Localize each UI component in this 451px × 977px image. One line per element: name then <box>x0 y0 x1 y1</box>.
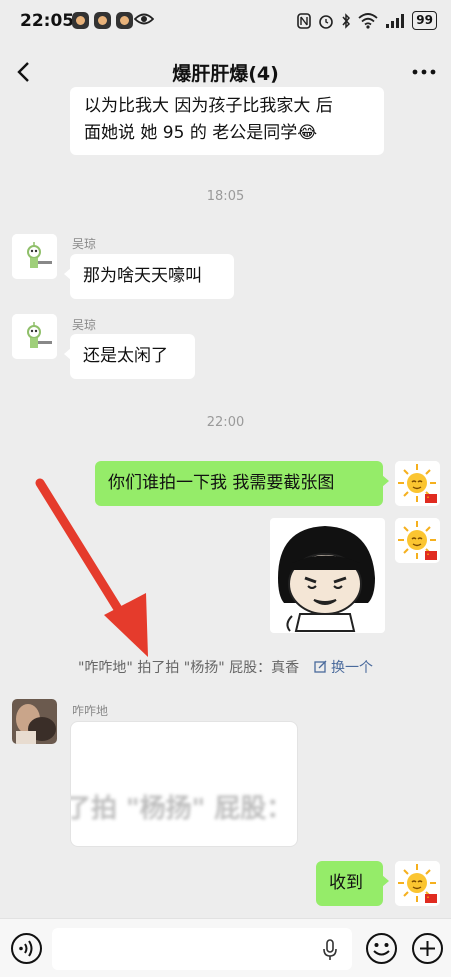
sender-name: 吴琼 <box>72 237 97 251</box>
sender-name: 吴琼 <box>72 318 97 332</box>
plus-icon[interactable] <box>411 932 444 965</box>
app-notification-icon <box>116 12 133 29</box>
pat-notice-text: "咋咋地" 拍了拍 "杨扬" 屁股：真香 <box>77 660 300 676</box>
voice-input-icon[interactable] <box>10 932 43 965</box>
swap-pat-label: 换一个 <box>331 660 373 676</box>
emoji-icon[interactable] <box>365 932 398 965</box>
timestamp: 22:00 <box>206 415 245 430</box>
message-bubble-incoming[interactable]: 还是太闲了 <box>64 334 195 379</box>
message-text: 还是太闲了 <box>83 346 168 366</box>
cartoon-avatar-icon <box>12 234 57 279</box>
message-input[interactable] <box>52 928 352 970</box>
app-notification-icon <box>94 12 111 29</box>
avatar-self[interactable] <box>395 861 440 906</box>
nfc-icon <box>297 12 312 29</box>
bluetooth-icon <box>342 12 351 29</box>
message-bubble-incoming[interactable]: 以为比我大 因为孩子比我家大 后 面她说 她 95 的 老公是同学😂 <box>70 87 384 155</box>
edit-icon <box>313 660 327 673</box>
status-bar: 22:05 99 <box>0 0 451 44</box>
sun-avatar-icon <box>395 861 440 906</box>
status-right: 99 <box>297 11 437 30</box>
sender-name: 咋咋地 <box>72 704 109 718</box>
message-text-line: 以为比我大 因为孩子比我家大 后 <box>84 96 333 116</box>
red-arrow-annotation <box>35 478 148 657</box>
wifi-icon <box>358 12 378 29</box>
message-bubble-outgoing[interactable]: 收到 <box>316 861 389 906</box>
avatar-wuqiong[interactable] <box>12 234 57 279</box>
cartoon-avatar-icon <box>12 314 57 359</box>
avatar-self[interactable] <box>395 461 440 506</box>
microphone-icon[interactable] <box>322 939 338 961</box>
status-time: 22:05 <box>20 11 75 31</box>
eye-icon <box>134 13 154 25</box>
system-pat-notice: "咋咋地" 拍了拍 "杨扬" 屁股：真香 换一个 <box>0 657 451 677</box>
message-bubble-incoming[interactable]: 那为啥天天嚎叫 <box>64 254 234 299</box>
message-text-line: 面她说 她 95 的 老公是同学😂 <box>84 123 318 143</box>
chat-input-bar <box>0 918 451 977</box>
more-dots-icon[interactable] <box>411 62 437 82</box>
avatar-wuqiong[interactable] <box>12 314 57 359</box>
app-notification-icon <box>72 12 89 29</box>
timestamp: 18:05 <box>206 189 245 204</box>
message-text: 收到 <box>329 873 363 893</box>
notification-icons <box>72 12 133 29</box>
photo-avatar-icon <box>12 699 57 744</box>
avatar-zazadi[interactable] <box>12 699 57 744</box>
signal-icon <box>386 13 405 28</box>
chat-title: 爆肝肝爆(4) <box>172 63 279 85</box>
message-text: 那为啥天天嚎叫 <box>83 266 202 286</box>
image-message[interactable]: 了拍 "杨扬" 屁股： <box>70 721 298 847</box>
sticker-meme-image[interactable] <box>270 518 385 633</box>
avatar-self[interactable] <box>395 518 440 563</box>
sun-avatar-icon <box>395 461 440 506</box>
blurred-screenshot-text: 了拍 "杨扬" 屁股： <box>70 794 293 824</box>
alarm-icon <box>319 14 334 29</box>
swap-pat-link[interactable]: 换一个 <box>313 660 373 676</box>
sun-avatar-icon <box>395 518 440 563</box>
battery-level: 99 <box>412 11 437 30</box>
